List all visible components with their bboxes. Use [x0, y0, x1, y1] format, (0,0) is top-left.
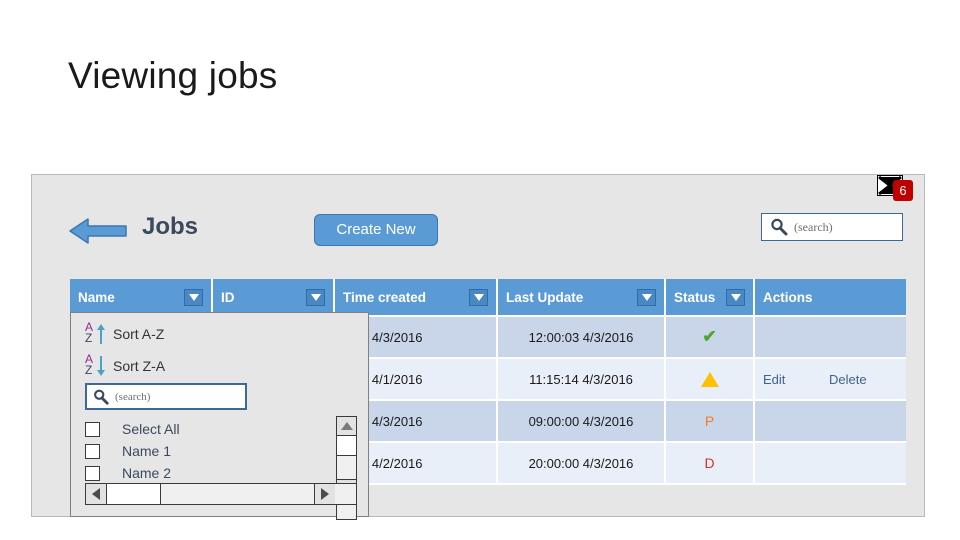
checkbox-label: Name 1 [122, 443, 172, 459]
scroll-left-button[interactable] [86, 484, 107, 504]
column-header-label: Last Update [506, 289, 584, 305]
search-placeholder: (search) [794, 220, 833, 234]
chevron-down-icon [473, 293, 484, 301]
horizontal-scroll-thumb[interactable] [107, 484, 161, 504]
filter-checkbox-list: Select All Name 1 Name 2 Name 3 [85, 418, 336, 490]
sort-z-a-label: Sort Z-A [113, 358, 166, 374]
chevron-down-icon [310, 293, 321, 301]
cell-last-update: 11:15:14 4/3/2016 [498, 359, 666, 401]
page-title: Viewing jobs [68, 55, 278, 96]
edit-link[interactable]: Edit [763, 372, 785, 387]
cell-actions [755, 317, 906, 359]
triangle-left-icon [92, 488, 100, 500]
scroll-up-button[interactable] [337, 417, 356, 436]
cell-status: ✔ [666, 317, 755, 359]
triangle-right-icon [321, 488, 329, 500]
sort-a-z-label: Sort A-Z [113, 326, 165, 342]
column-header-label: Actions [763, 289, 813, 305]
cell-status: P [666, 401, 755, 443]
filter-button-status[interactable] [726, 288, 745, 306]
checkbox-icon[interactable] [85, 465, 100, 481]
notification-badge: 6 [893, 180, 913, 201]
checkbox-row-select-all[interactable]: Select All [85, 418, 336, 440]
chevron-down-icon [188, 293, 199, 301]
delete-link[interactable]: Delete [829, 372, 867, 387]
cell-last-update: 12:00:03 4/3/2016 [498, 317, 666, 359]
letter-p-icon: P [704, 413, 715, 429]
sort-descending-icon: A Z [83, 352, 105, 379]
cell-last-update: 09:00:00 4/3/2016 [498, 401, 666, 443]
cell-actions [755, 401, 906, 443]
horizontal-scrollbar[interactable] [85, 483, 357, 505]
sort-ascending-icon: A Z [83, 320, 105, 347]
checkbox-icon[interactable] [85, 421, 100, 437]
panel-title: Jobs [142, 213, 199, 240]
column-header-actions: Actions [755, 279, 906, 317]
letter-d-icon: D [704, 455, 715, 471]
cell-actions [755, 443, 906, 485]
chevron-down-icon [641, 293, 652, 301]
checkbox-row-name-2[interactable]: Name 2 [85, 462, 336, 484]
filter-button-name[interactable] [184, 288, 203, 306]
chevron-down-icon [730, 293, 741, 301]
checkbox-label: Select All [122, 421, 180, 437]
scroll-right-button[interactable] [314, 484, 335, 504]
filter-button-time-created[interactable] [469, 288, 488, 306]
jobs-app-panel: Jobs Create New 6 (search) Name ID Time … [31, 174, 925, 520]
name-filter-dropdown: A Z Sort A-Z A Z Sort Z-A (search) Selec… [70, 312, 369, 520]
column-header-label: Name [78, 289, 115, 305]
checkbox-row-name-1[interactable]: Name 1 [85, 440, 336, 462]
search-icon [770, 218, 788, 236]
column-header-last-update[interactable]: Last Update [498, 279, 666, 317]
checkbox-icon[interactable] [85, 443, 100, 459]
sort-glyph-z: Z [85, 363, 93, 377]
warning-triangle-icon [700, 372, 719, 387]
cell-last-update: 20:00:00 4/3/2016 [498, 443, 666, 485]
arrow-left-icon[interactable] [68, 215, 128, 247]
filter-button-last-update[interactable] [637, 288, 656, 306]
sort-glyph-z: Z [85, 331, 93, 345]
filter-button-id[interactable] [306, 288, 325, 306]
column-header-status[interactable]: Status [666, 279, 755, 317]
cell-status [666, 359, 755, 401]
filter-search-input[interactable]: (search) [85, 383, 247, 410]
cell-status: D [666, 443, 755, 485]
checkbox-label: Name 2 [122, 465, 172, 481]
vertical-scroll-thumb[interactable] [337, 436, 356, 456]
column-header-label: Time created [343, 289, 427, 305]
check-icon: ✔ [702, 327, 717, 346]
cell-actions: Edit Delete [755, 359, 906, 401]
filter-search-placeholder: (search) [115, 391, 151, 403]
triangle-up-icon [340, 422, 353, 430]
search-icon [93, 389, 109, 405]
column-header-label: Status [674, 289, 716, 305]
column-header-label: ID [221, 289, 235, 305]
search-input[interactable]: (search) [761, 213, 903, 241]
create-new-button[interactable]: Create New [314, 214, 438, 246]
sort-z-a-option[interactable]: A Z Sort Z-A [83, 352, 166, 379]
sort-a-z-option[interactable]: A Z Sort A-Z [83, 320, 165, 347]
